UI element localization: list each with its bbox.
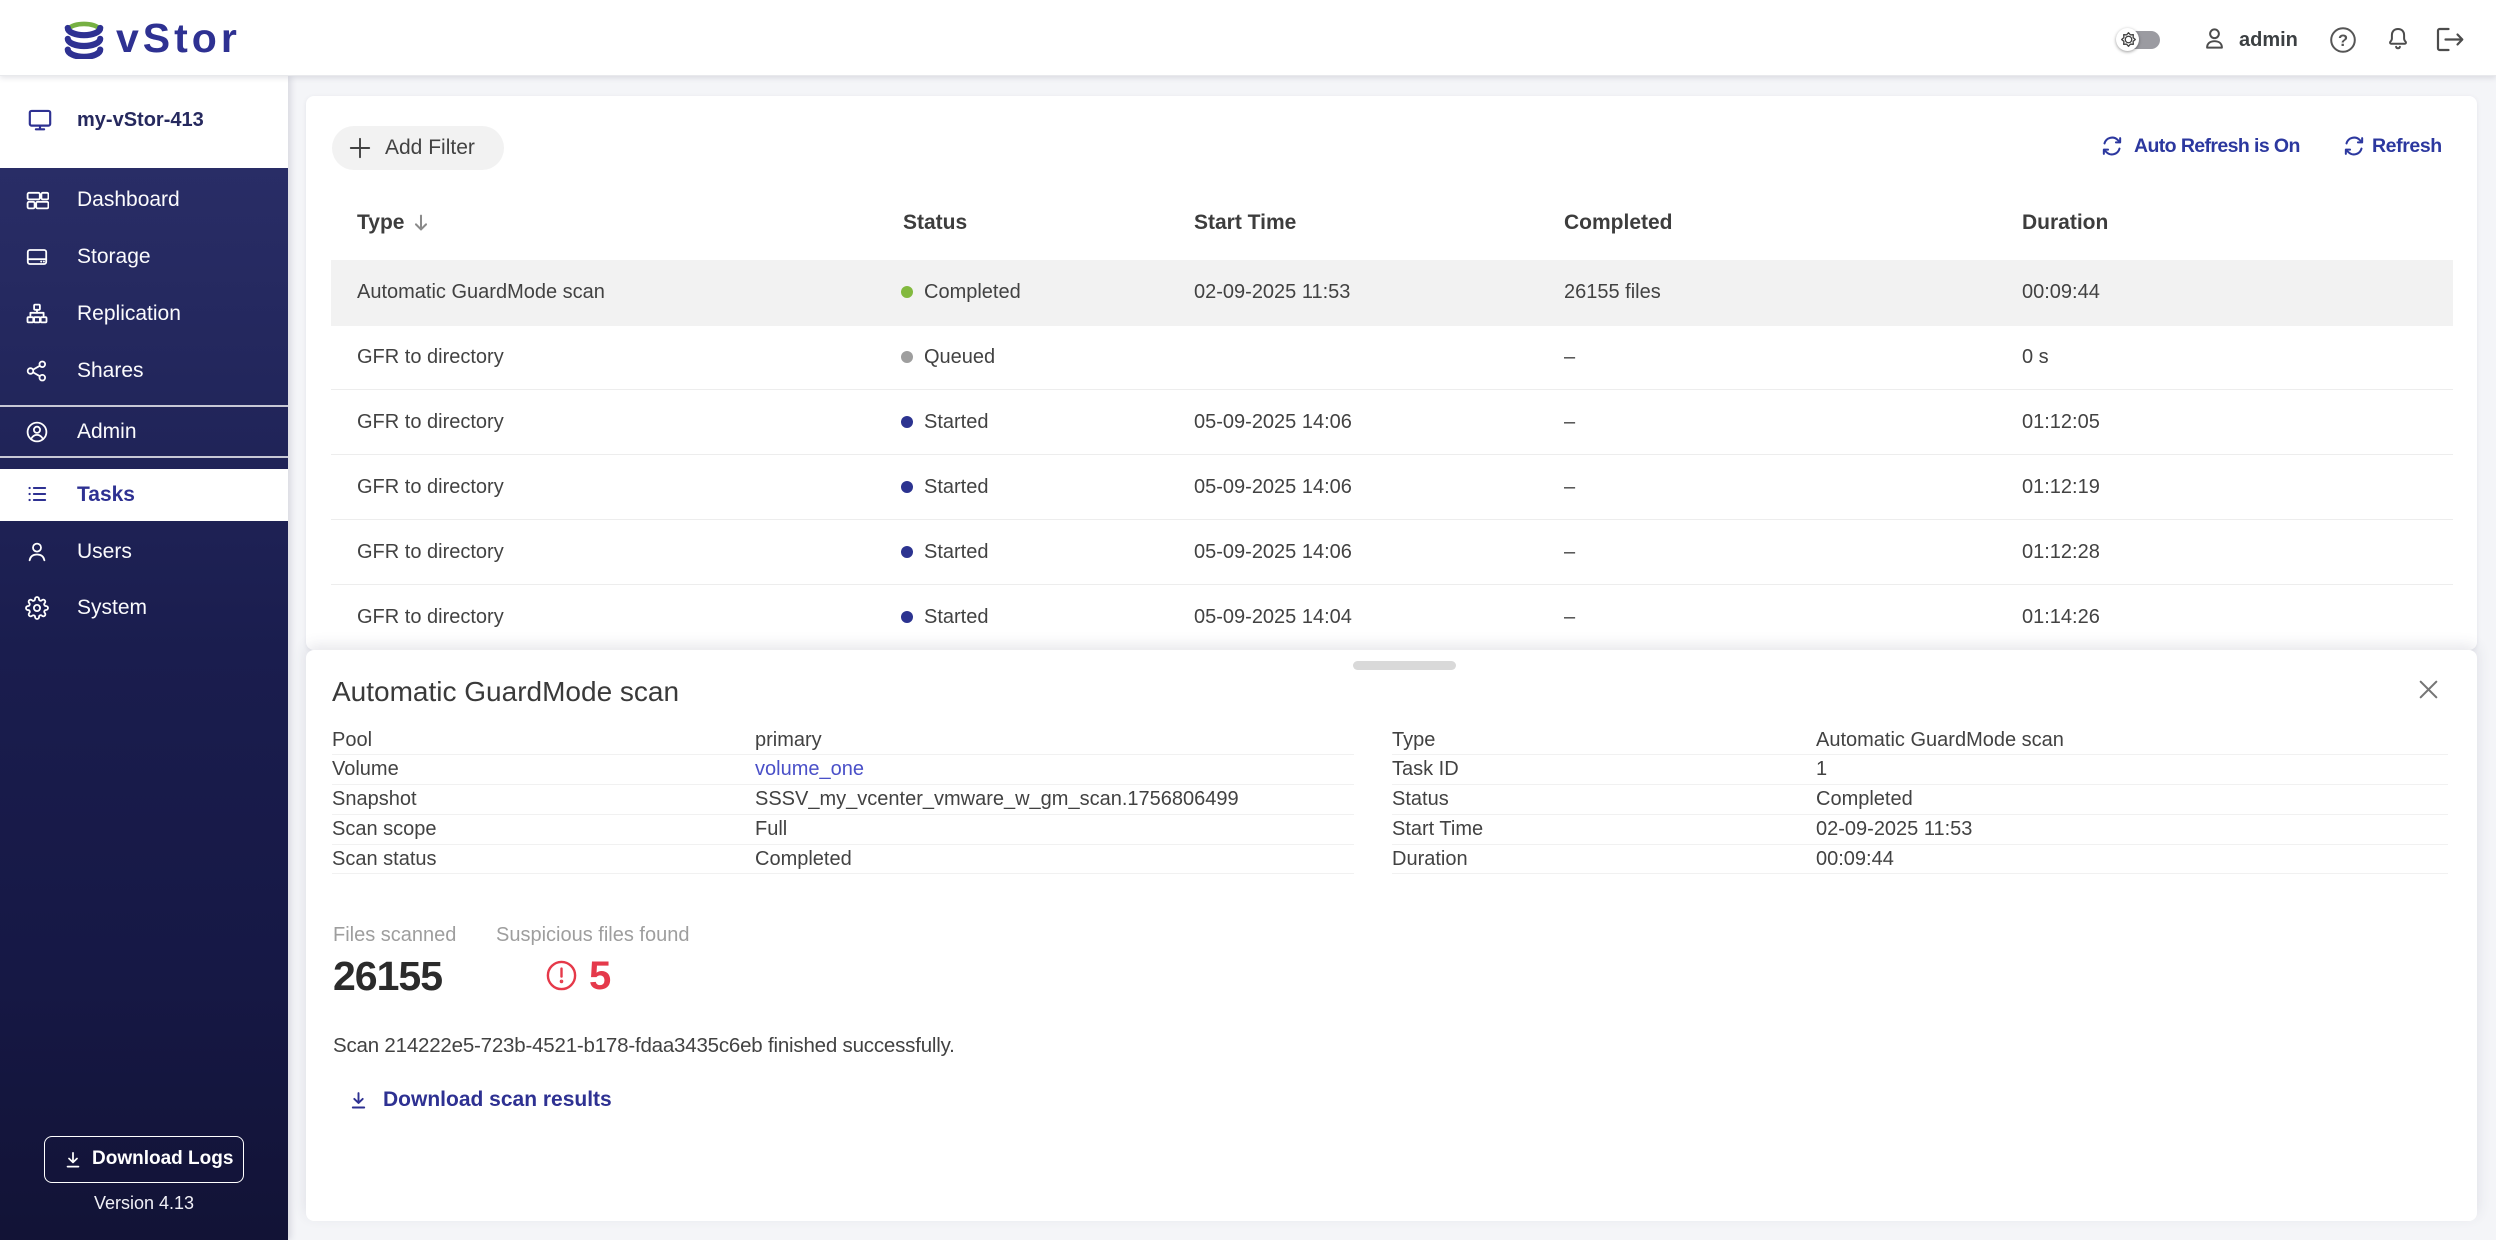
svg-text:?: ? (2338, 32, 2348, 50)
